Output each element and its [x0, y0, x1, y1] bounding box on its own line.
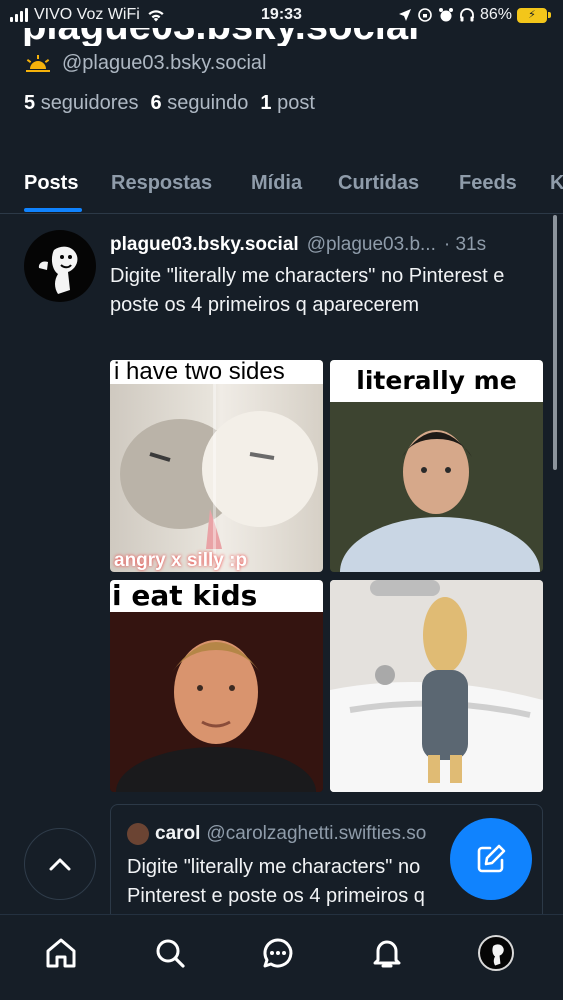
post-author-name[interactable]: plague03.bsky.social: [110, 234, 299, 256]
profile-handle: @plague03.bsky.social: [62, 52, 267, 74]
tab-replies[interactable]: Respostas: [111, 172, 212, 195]
quoted-post-header: carol @carolzaghetti.swifties.so: [127, 823, 426, 845]
quoted-author-name: carol: [155, 823, 201, 844]
profile-stats: 5 seguidores 6 seguindo 1 post: [24, 92, 315, 115]
post-image-i-eat-kids[interactable]: i eat kids: [110, 580, 323, 792]
search-icon: [156, 939, 185, 968]
quoted-post-text: Digite "literally me characters" no Pint…: [127, 856, 425, 907]
profile-avatar: [478, 935, 514, 971]
post-image-literally-me[interactable]: literally me: [330, 360, 543, 572]
quoted-author-avatar: [127, 823, 149, 845]
post-author-avatar[interactable]: [24, 230, 96, 302]
nav-search[interactable]: [150, 933, 190, 973]
status-bar: VIVO Voz WiFi 19:33 86% ⚡: [0, 0, 563, 30]
alarm-icon: [438, 8, 453, 22]
active-tab-indicator: [24, 208, 82, 212]
tab-posts[interactable]: Posts: [24, 172, 78, 195]
tab-likes[interactable]: Curtidas: [338, 172, 419, 195]
followers-stat[interactable]: 5 seguidores: [24, 92, 139, 115]
nav-profile[interactable]: [476, 933, 516, 973]
post-image-cat[interactable]: i have two sides angry x silly :p: [110, 360, 323, 572]
battery-percent: 86%: [479, 6, 512, 23]
following-stat[interactable]: 6 seguindo: [151, 92, 249, 115]
tab-more[interactable]: K: [550, 172, 563, 195]
posts-stat: 1 post: [260, 92, 315, 114]
quoted-author-handle: @carolzaghetti.swifties.so: [206, 823, 427, 844]
chat-icon: [263, 938, 293, 968]
scrollbar[interactable]: [553, 215, 557, 470]
sunrise-icon: [26, 54, 50, 72]
bell-icon: [373, 940, 401, 968]
scroll-to-top-button[interactable]: [24, 828, 96, 900]
profile-handle-row: @plague03.bsky.social: [24, 52, 267, 75]
lock-rotation-icon: [418, 8, 432, 22]
bottom-navigation: [0, 914, 563, 1000]
location-icon: [398, 9, 411, 21]
nav-home[interactable]: [41, 933, 81, 973]
nav-notifications[interactable]: [367, 933, 407, 973]
compose-icon: [477, 844, 506, 873]
image-bottom-text: angry x silly :p: [114, 550, 248, 571]
post-text: Digite "literally me characters" no Pint…: [110, 265, 505, 316]
status-right: 86% ⚡: [398, 6, 551, 24]
profile-tabs: Posts Respostas Mídia Curtidas Feeds K: [0, 160, 563, 214]
post-header: plague03.bsky.social @plague03.b... · 31…: [110, 234, 550, 256]
image-caption: i eat kids: [110, 580, 323, 612]
battery-icon: ⚡: [517, 7, 551, 23]
compose-button[interactable]: [450, 818, 532, 900]
home-icon: [46, 938, 76, 968]
chevron-up-icon: [49, 858, 71, 871]
headphones-icon: [460, 8, 474, 22]
post-image-doll[interactable]: [330, 580, 543, 792]
post-author-handle[interactable]: @plague03.b...: [307, 234, 436, 256]
nav-chat[interactable]: [258, 933, 298, 973]
image-caption: literally me: [330, 360, 543, 402]
post-time: · 31s: [443, 234, 487, 255]
image-caption: i have two sides: [110, 360, 323, 384]
tab-media[interactable]: Mídia: [251, 172, 302, 195]
tab-feeds[interactable]: Feeds: [459, 172, 517, 195]
